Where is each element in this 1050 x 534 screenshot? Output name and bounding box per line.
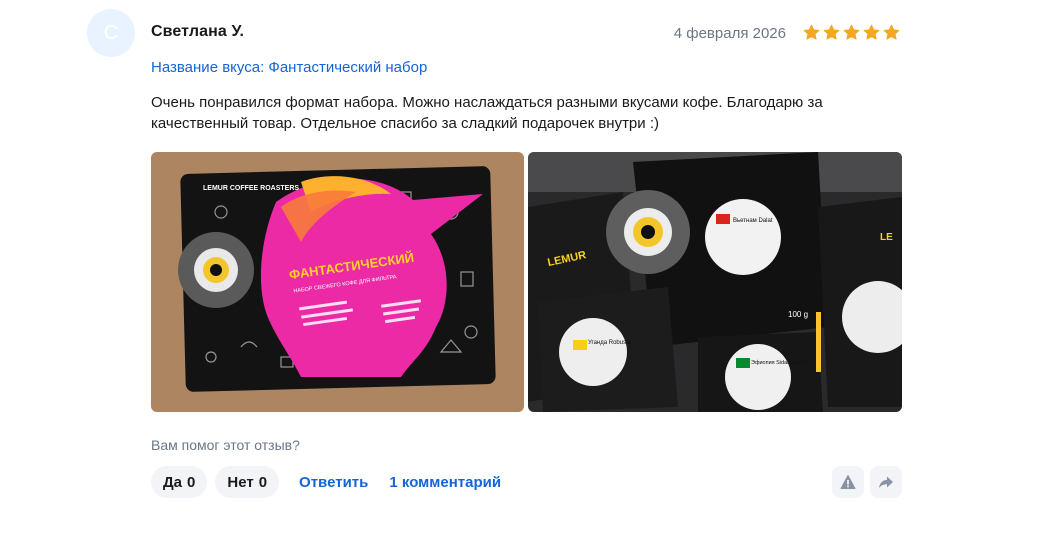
vote-no-label: Нет <box>227 473 254 491</box>
flavor-label: Название вкуса: <box>151 59 265 76</box>
author-name: Светлана У. <box>151 23 245 40</box>
flavor-value: Фантастический набор <box>268 59 428 76</box>
feedback-actions: Да 0 Нет 0 Ответить 1 комментарий <box>151 466 510 498</box>
photo-1-image: LEMUR COFFEE ROASTERS ФАНТАСТИЧЕСКИЙ НАБ… <box>151 152 524 412</box>
star-icon <box>863 24 880 40</box>
review-photo-2[interactable]: LEMUR Вьетнам Dalat 100 g Уганда Robusta… <box>528 152 902 412</box>
photo-2-weight: 100 g <box>788 310 808 319</box>
review-text: Очень понравился формат набора. Можно на… <box>151 94 823 132</box>
report-warning-icon <box>840 475 856 489</box>
star-icon <box>823 24 840 40</box>
rating-stars <box>803 24 900 41</box>
share-arrow-icon <box>879 476 893 488</box>
helpful-question: Вам помог этот отзыв? <box>151 437 300 453</box>
svg-text:LE: LE <box>880 232 893 243</box>
photo-1-brand: LEMUR COFFEE ROASTERS <box>203 185 299 192</box>
review-card: С Светлана У. 4 февраля 2026 Название вк… <box>0 0 1050 534</box>
star-icon <box>803 24 820 40</box>
flavor-link[interactable]: Название вкуса: Фантастический набор <box>151 59 427 76</box>
photo-2-label-ethiopia: Эфиопия Sidamo gr.2 <box>751 360 806 366</box>
share-button[interactable] <box>870 466 902 498</box>
photo-2-image: LEMUR Вьетнам Dalat 100 g Уганда Robusta… <box>528 152 902 412</box>
review-date: 4 февраля 2026 <box>673 25 786 42</box>
vote-yes-label: Да <box>163 473 183 491</box>
comments-link[interactable]: 1 комментарий <box>389 474 501 491</box>
review-photo-1[interactable]: LEMUR COFFEE ROASTERS ФАНТАСТИЧЕСКИЙ НАБ… <box>151 152 524 412</box>
vote-no-count: 0 <box>258 473 268 491</box>
reply-button[interactable]: Ответить <box>299 474 368 491</box>
star-icon <box>843 24 860 40</box>
vote-no-button[interactable]: Нет 0 <box>215 466 280 498</box>
star-icon <box>883 24 900 40</box>
photo-2-label-uganda: Уганда Robusta <box>588 340 632 346</box>
photo-2-label-vietnam: Вьетнам Dalat <box>733 218 773 224</box>
avatar: С <box>87 9 135 57</box>
report-button[interactable] <box>832 466 864 498</box>
vote-yes-button[interactable]: Да 0 <box>151 466 208 498</box>
vote-yes-count: 0 <box>187 473 196 491</box>
